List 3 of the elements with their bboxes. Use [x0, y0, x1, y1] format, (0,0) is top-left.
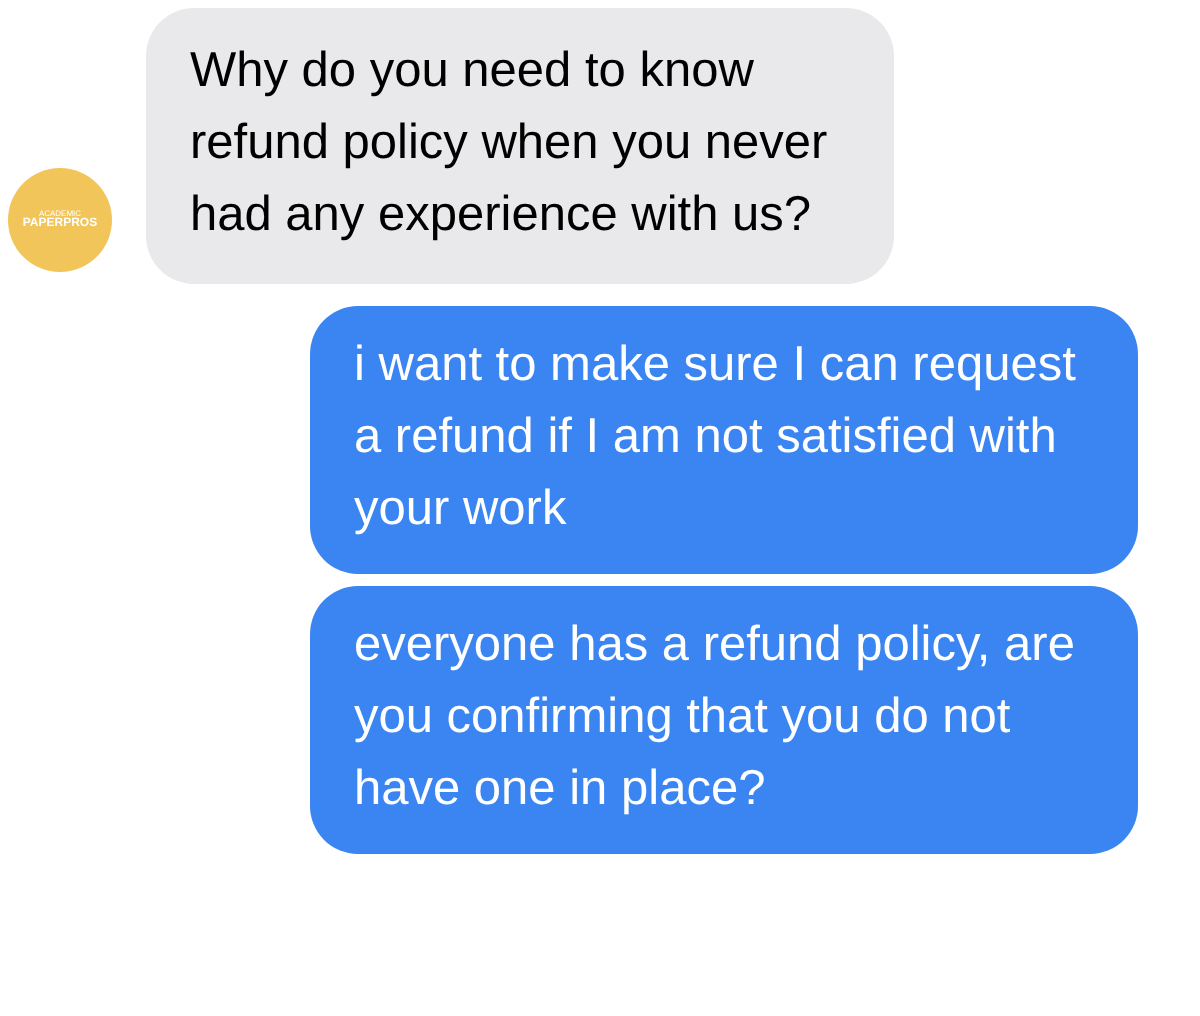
- sent-message: i want to make sure I can request a refund if I am not satisfied with your work: [310, 306, 1138, 574]
- sent-message: everyone has a refund policy, are you confirming that you do not have one in place?: [310, 586, 1138, 854]
- received-message: Why do you need to know refund policy when you never had any experience with us?: [146, 8, 894, 284]
